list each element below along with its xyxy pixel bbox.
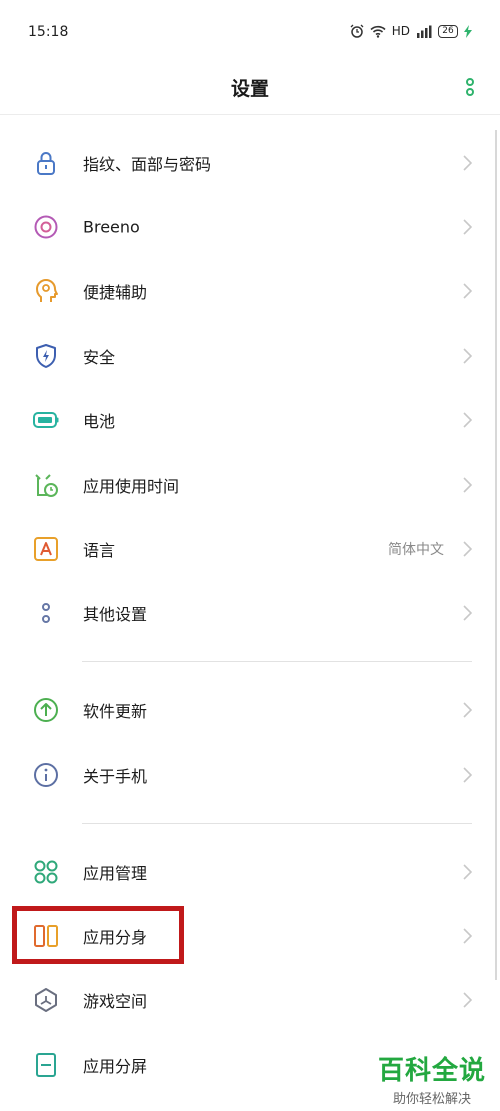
- chevron-right-icon: [463, 219, 472, 235]
- chevron-right-icon: [463, 541, 472, 557]
- settings-item-label: 安全: [83, 348, 116, 367]
- settings-item-label: Breeno: [83, 217, 140, 237]
- settings-item-app-management[interactable]: 应用管理: [0, 840, 500, 904]
- settings-item-game-space[interactable]: 游戏空间: [0, 968, 500, 1032]
- language-icon: [34, 537, 58, 561]
- chevron-right-icon: [463, 864, 472, 880]
- settings-item-battery[interactable]: 电池: [0, 388, 500, 452]
- battery-icon: 26: [438, 24, 458, 38]
- chevron-right-icon: [463, 283, 472, 299]
- settings-item-about-phone[interactable]: 关于手机: [0, 743, 500, 807]
- chevron-right-icon: [463, 928, 472, 944]
- settings-item-label: 语言: [83, 541, 116, 560]
- head-assist-icon: [36, 279, 58, 302]
- language-value: 简体中文: [388, 542, 444, 558]
- chevron-right-icon: [463, 992, 472, 1008]
- settings-item-label: 便捷辅助: [83, 283, 148, 302]
- dots-vertical-icon: [42, 603, 50, 623]
- settings-item-passwords[interactable]: 指纹、面部与密码: [0, 131, 500, 195]
- alarm-icon: [350, 24, 364, 38]
- chevron-right-icon: [463, 767, 472, 783]
- settings-item-label: 应用使用时间: [83, 477, 180, 496]
- watermark: 百科全说 助你轻松解决: [378, 1050, 486, 1107]
- settings-item-label: 其他设置: [83, 605, 148, 624]
- app-timer-icon: [35, 474, 58, 497]
- chevron-right-icon: [463, 155, 472, 171]
- settings-item-label: 关于手机: [83, 767, 148, 786]
- chevron-right-icon: [463, 412, 472, 428]
- watermark-logo-text: 百科全说: [377, 1056, 486, 1086]
- wifi-icon: [370, 25, 386, 38]
- settings-item-label: 应用管理: [83, 864, 148, 883]
- chevron-right-icon: [463, 477, 472, 493]
- highlight-annotation-box: [12, 906, 184, 964]
- status-time: 15:18: [28, 24, 69, 40]
- settings-item-screen-time[interactable]: 应用使用时间: [0, 453, 500, 517]
- settings-item-label: 游戏空间: [83, 992, 148, 1011]
- more-options-icon[interactable]: [464, 76, 476, 98]
- settings-item-software-update[interactable]: 软件更新: [0, 678, 500, 742]
- chevron-right-icon: [463, 702, 472, 718]
- info-icon: [34, 763, 58, 787]
- settings-item-language[interactable]: 语言 简体中文: [0, 517, 500, 581]
- settings-item-breeno[interactable]: Breeno: [0, 195, 500, 259]
- app-grid-icon: [34, 860, 58, 884]
- chevron-right-icon: [463, 348, 472, 364]
- shield-icon: [36, 344, 56, 368]
- network-label: HD: [391, 24, 410, 38]
- settings-item-label: 指纹、面部与密码: [83, 155, 212, 174]
- signal-icon: [417, 25, 432, 38]
- breeno-icon: [34, 215, 58, 239]
- game-space-icon: [35, 988, 57, 1012]
- settings-item-other[interactable]: 其他设置: [0, 581, 500, 645]
- chevron-right-icon: [463, 605, 472, 621]
- settings-item-convenience[interactable]: 便捷辅助: [0, 259, 500, 323]
- settings-item-label: 软件更新: [83, 702, 148, 721]
- settings-item-label: 应用分屏: [83, 1057, 148, 1076]
- split-screen-icon: [36, 1053, 56, 1077]
- header: 设置: [0, 62, 500, 115]
- battery-setting-icon: [33, 412, 59, 428]
- lock-icon: [37, 152, 55, 175]
- section-divider: [82, 823, 472, 824]
- charging-icon: [464, 24, 472, 38]
- update-arrow-icon: [34, 698, 58, 722]
- page-title: 设置: [230, 78, 269, 100]
- settings-item-label: 电池: [83, 412, 116, 431]
- section-divider: [82, 661, 472, 662]
- status-bar: 15:18 HD 26: [0, 0, 500, 62]
- watermark-slogan: 助你轻松解决: [392, 1092, 471, 1107]
- settings-item-security[interactable]: 安全: [0, 324, 500, 388]
- status-icons: HD 26: [350, 24, 472, 38]
